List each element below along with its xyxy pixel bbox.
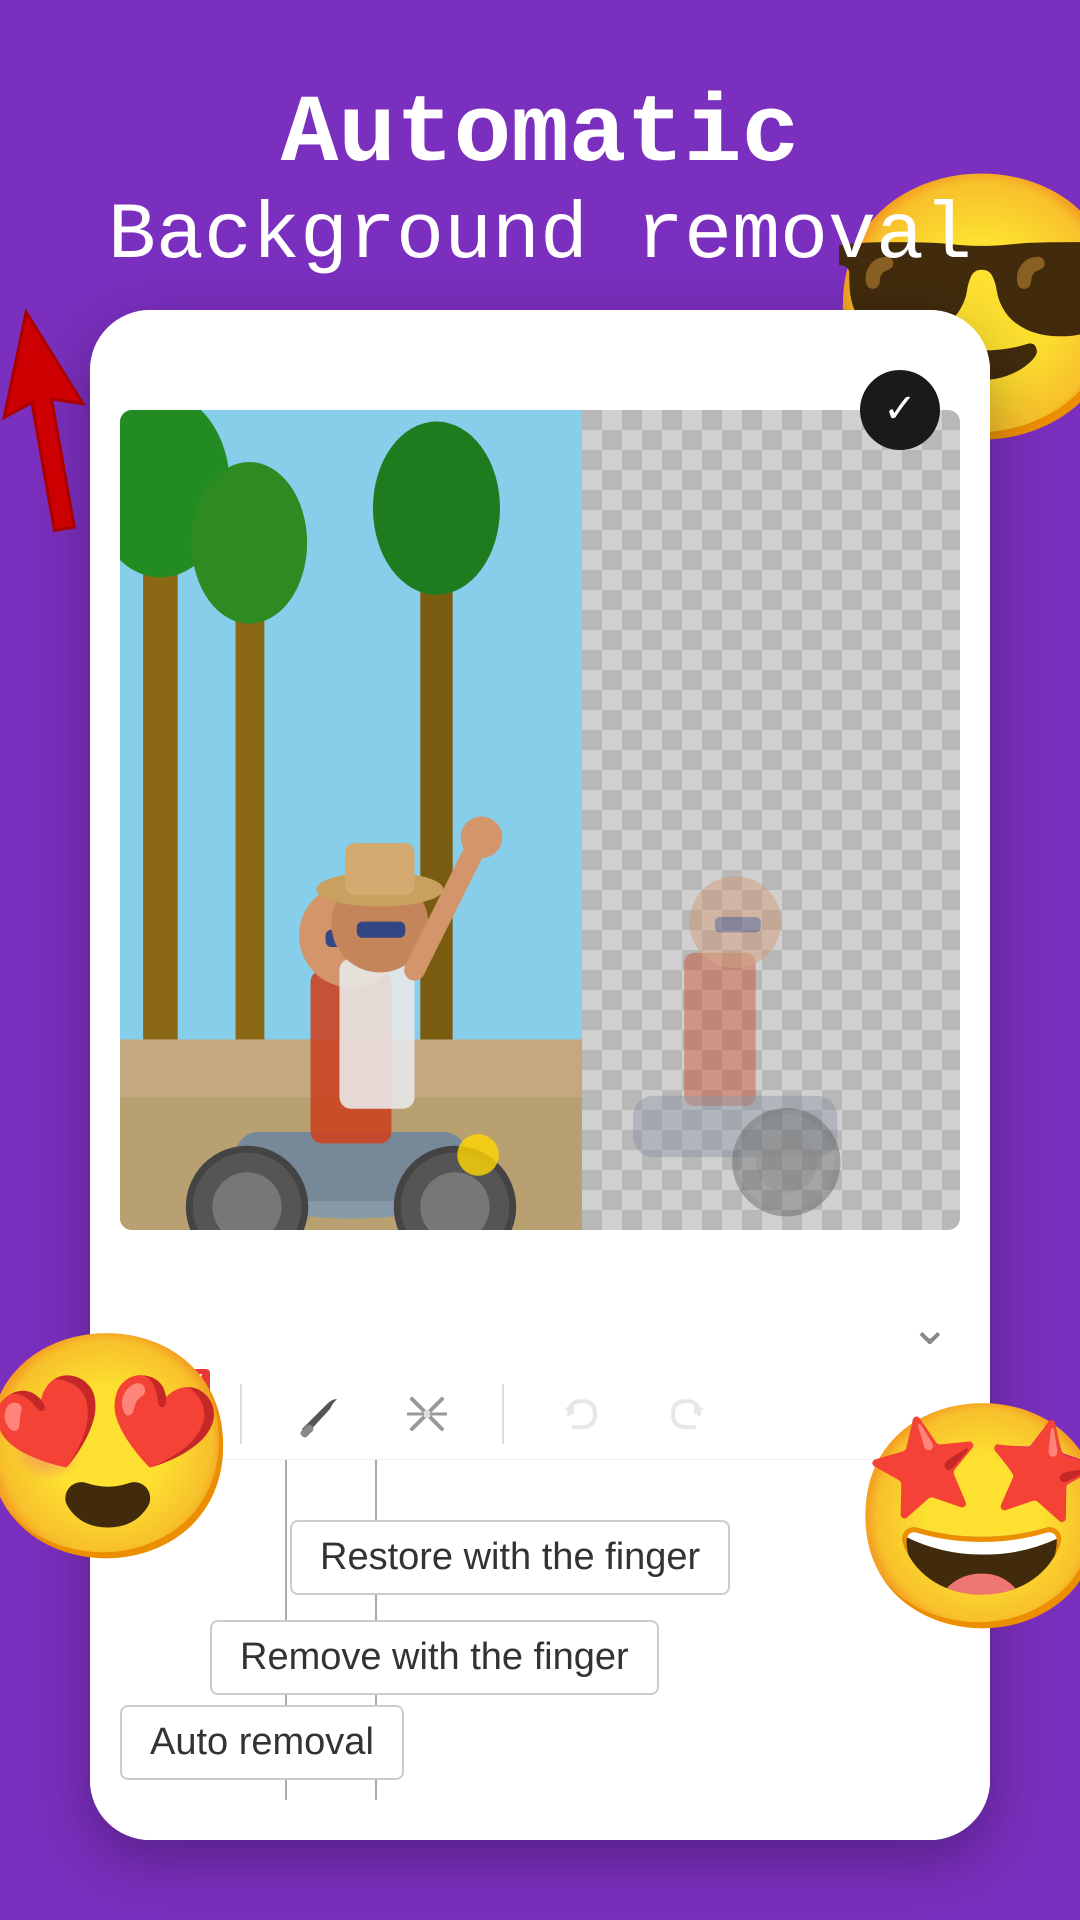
divider-2 bbox=[502, 1384, 504, 1444]
restore-tooltip: Restore with the finger bbox=[290, 1520, 730, 1595]
redo-tool[interactable] bbox=[654, 1379, 724, 1449]
emoji-star-eyes: 🤩 bbox=[846, 1411, 1080, 1660]
eraser-tool[interactable] bbox=[392, 1379, 462, 1449]
remove-tooltip: Remove with the finger bbox=[210, 1620, 659, 1695]
photo-area bbox=[120, 410, 960, 1230]
auto-tooltip: Auto removal bbox=[120, 1705, 404, 1780]
cutout-overlay bbox=[582, 410, 960, 1230]
header: Automatic Background removal bbox=[0, 0, 1080, 325]
emoji-heart-eyes: 😍 bbox=[0, 1341, 244, 1590]
photo-left bbox=[120, 410, 582, 1230]
undo-tool[interactable] bbox=[544, 1379, 614, 1449]
title-sub: Background removal bbox=[60, 189, 1020, 285]
title-automatic: Automatic bbox=[60, 80, 1020, 189]
check-icon: ✓ bbox=[883, 386, 917, 435]
check-button[interactable]: ✓ bbox=[860, 370, 940, 450]
chevron-down-icon[interactable]: ⌄ bbox=[910, 1300, 950, 1359]
brush-tool[interactable] bbox=[282, 1379, 352, 1449]
